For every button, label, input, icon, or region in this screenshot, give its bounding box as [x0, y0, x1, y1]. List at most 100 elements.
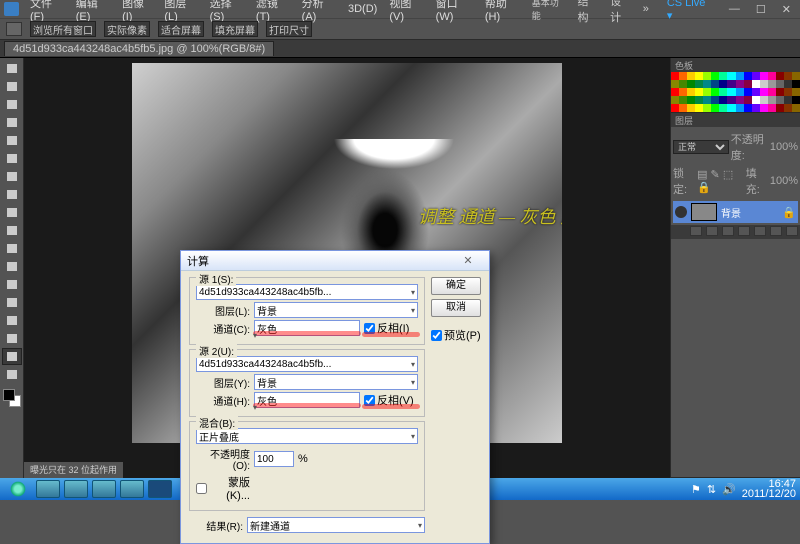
- minimize-icon[interactable]: —: [724, 3, 745, 16]
- heal-tool-icon[interactable]: [2, 168, 22, 185]
- menu-filter[interactable]: 滤镜(T): [251, 0, 295, 23]
- menu-window[interactable]: 窗口(W): [431, 0, 478, 23]
- invert2-checkbox[interactable]: 反相(V): [364, 392, 418, 408]
- blend-mode-select[interactable]: 正常: [673, 140, 729, 154]
- menu-image[interactable]: 图像(I): [117, 0, 157, 23]
- blend-select[interactable]: 正片叠底: [196, 428, 418, 444]
- result-select[interactable]: 新建通道: [247, 517, 425, 533]
- clock[interactable]: 16:472011/12/20: [742, 479, 796, 499]
- menu-view[interactable]: 视图(V): [384, 0, 428, 23]
- workspace-structure[interactable]: 结构: [573, 0, 604, 25]
- link-icon[interactable]: [690, 226, 702, 236]
- workspace-design[interactable]: 设计: [605, 0, 636, 25]
- history-brush-icon[interactable]: [2, 222, 22, 239]
- menu-edit[interactable]: 编辑(E): [71, 0, 115, 23]
- lock-icons[interactable]: ▤ ✎ ⬚ 🔒: [697, 168, 744, 194]
- dialog-close-icon[interactable]: ✕: [453, 254, 483, 267]
- menu-file[interactable]: 文件(F): [25, 0, 69, 23]
- preview-checkbox[interactable]: 预览(P): [431, 327, 481, 343]
- opacity-value[interactable]: 100%: [770, 141, 798, 153]
- fill-screen-button[interactable]: 填充屏幕: [212, 21, 258, 37]
- wand-tool-icon[interactable]: [2, 114, 22, 131]
- mask-checkbox[interactable]: 蒙版(K)...: [196, 474, 250, 502]
- menu-select[interactable]: 选择(S): [205, 0, 249, 23]
- channel1-select[interactable]: 灰色: [254, 320, 360, 336]
- layer1-select[interactable]: 背景: [254, 302, 418, 318]
- fx-icon[interactable]: [706, 226, 718, 236]
- layer-name[interactable]: 背景: [721, 205, 741, 220]
- close-icon[interactable]: ✕: [777, 3, 796, 16]
- taskbar-app2-icon[interactable]: [120, 480, 144, 498]
- swatches-grid[interactable]: [671, 72, 800, 112]
- blend-legend: 混合(B):: [196, 415, 238, 430]
- workspace-essentials[interactable]: 基本功能: [527, 0, 571, 22]
- actual-pixels-button[interactable]: 实际像素: [104, 21, 150, 37]
- channel1-label: 通道(C):: [196, 321, 250, 336]
- blur-tool-icon[interactable]: [2, 276, 22, 293]
- layers-header[interactable]: 图层: [671, 113, 800, 127]
- fill-value[interactable]: 100%: [770, 175, 798, 187]
- fill-label: 填充:: [746, 165, 768, 197]
- menu-layer[interactable]: 图层(L): [159, 0, 202, 23]
- ok-button[interactable]: 确定: [431, 277, 481, 295]
- workspace-more[interactable]: »: [638, 3, 654, 15]
- type-tool-icon[interactable]: [2, 312, 22, 329]
- hand-tool-icon[interactable]: [2, 348, 22, 365]
- visibility-icon[interactable]: [675, 206, 687, 218]
- eyedropper-tool-icon[interactable]: [2, 150, 22, 167]
- path-tool-icon[interactable]: [2, 330, 22, 347]
- source1-select[interactable]: 4d51d933ca443248ac4b5fb...: [196, 284, 418, 300]
- fit-screen-button[interactable]: 适合屏幕: [158, 21, 204, 37]
- tray-flag-icon[interactable]: ⚑: [691, 483, 701, 496]
- document-tab[interactable]: 4d51d933ca443248ac4b5fb5.jpg @ 100%(RGB/…: [4, 41, 274, 56]
- brush-tool-icon[interactable]: [2, 186, 22, 203]
- tool-preset-icon[interactable]: [6, 22, 22, 36]
- stamp-tool-icon[interactable]: [2, 204, 22, 221]
- layers-panel: 图层 正常 不透明度: 100% 锁定: ▤ ✎ ⬚ 🔒 填充: 100% 背景: [671, 113, 800, 478]
- menu-3d[interactable]: 3D(D): [343, 3, 382, 15]
- tray-net-icon[interactable]: ⇅: [707, 483, 716, 496]
- color-swatch[interactable]: [2, 388, 22, 408]
- dialog-titlebar[interactable]: 计算 ✕: [181, 251, 489, 271]
- trash-icon[interactable]: [786, 226, 798, 236]
- lasso-tool-icon[interactable]: [2, 96, 22, 113]
- status-bar: 曝光只在 32 位起作用: [24, 462, 123, 478]
- arrange-dropdown[interactable]: 浏览所有窗口: [30, 21, 96, 37]
- marquee-tool-icon[interactable]: [2, 78, 22, 95]
- layer-thumbnail[interactable]: [691, 203, 717, 221]
- menu-analysis[interactable]: 分析(A): [297, 0, 341, 23]
- toolbox: [0, 58, 24, 478]
- eraser-tool-icon[interactable]: [2, 240, 22, 257]
- menu-help[interactable]: 帮助(H): [480, 0, 525, 23]
- cancel-button[interactable]: 取消: [431, 299, 481, 317]
- taskbar-folder-icon[interactable]: [64, 480, 88, 498]
- maximize-icon[interactable]: ☐: [751, 3, 771, 16]
- channel2-select[interactable]: 灰色: [254, 392, 360, 408]
- start-button-icon[interactable]: [4, 479, 32, 499]
- crop-tool-icon[interactable]: [2, 132, 22, 149]
- dialog-title: 计算: [187, 253, 209, 269]
- pen-tool-icon[interactable]: [2, 294, 22, 311]
- swatches-header[interactable]: 色板: [671, 58, 800, 72]
- lock-icon: 🔒: [782, 206, 796, 219]
- source2-select[interactable]: 4d51d933ca443248ac4b5fb...: [196, 356, 418, 372]
- adjust-icon[interactable]: [738, 226, 750, 236]
- tray-vol-icon[interactable]: 🔊: [722, 483, 736, 496]
- cs-live-button[interactable]: CS Live ▾: [662, 0, 716, 22]
- invert1-checkbox[interactable]: 反相(I): [364, 320, 418, 336]
- group-icon[interactable]: [754, 226, 766, 236]
- new-layer-icon[interactable]: [770, 226, 782, 236]
- layers-footer: [671, 225, 800, 239]
- taskbar-explorer-icon[interactable]: [36, 480, 60, 498]
- document-tab-bar: 4d51d933ca443248ac4b5fb5.jpg @ 100%(RGB/…: [0, 40, 800, 58]
- taskbar-photoshop-icon[interactable]: [148, 480, 172, 498]
- mask-icon[interactable]: [722, 226, 734, 236]
- print-size-button[interactable]: 打印尺寸: [266, 21, 312, 37]
- zoom-tool-icon[interactable]: [2, 366, 22, 383]
- gradient-tool-icon[interactable]: [2, 258, 22, 275]
- taskbar-app1-icon[interactable]: [92, 480, 116, 498]
- layer2-select[interactable]: 背景: [254, 374, 418, 390]
- move-tool-icon[interactable]: [2, 60, 22, 77]
- layer-row[interactable]: 背景 🔒: [673, 201, 798, 223]
- opacity-input[interactable]: 100: [254, 451, 294, 467]
